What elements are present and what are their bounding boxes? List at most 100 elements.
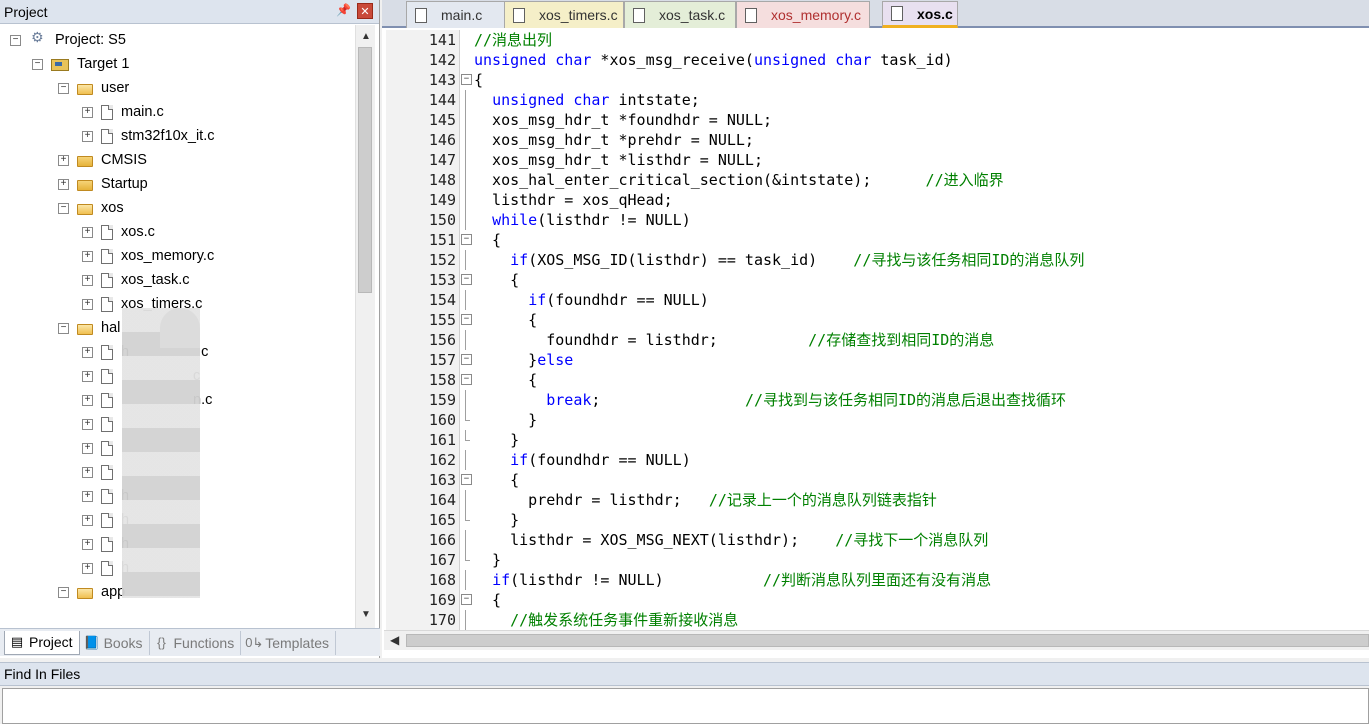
file-icon (891, 6, 903, 21)
tree-item[interactable]: + xos.c (82, 220, 155, 244)
expand-icon[interactable]: + (58, 178, 69, 190)
fold-toggle-icon[interactable] (460, 70, 472, 90)
tree-item[interactable]: + main.c (82, 100, 164, 124)
tree-item[interactable]: + (82, 412, 121, 436)
expand-icon[interactable]: + (82, 106, 93, 118)
tab-xos-timers-c[interactable]: xos_timers.c (504, 1, 624, 28)
expand-icon[interactable]: + (82, 466, 93, 478)
scrollbar-thumb[interactable] (358, 47, 372, 293)
collapse-icon[interactable]: − (58, 322, 69, 334)
close-icon[interactable]: ✕ (357, 3, 373, 19)
code-text: { (474, 71, 484, 89)
line-number: 151 (428, 231, 456, 249)
file-icon (101, 248, 113, 264)
fold-toggle-icon[interactable] (460, 590, 472, 610)
collapse-icon[interactable]: − (10, 34, 21, 46)
fold-guide (460, 390, 470, 410)
line-number: 149 (428, 191, 456, 209)
tree-item[interactable]: + Startup (58, 172, 148, 196)
editor-horizontal-scrollbar[interactable]: ◀ (384, 630, 1369, 650)
fold-guide (460, 490, 470, 510)
tree-item[interactable]: + xos_memory.c (82, 244, 214, 268)
fold-toggle-icon[interactable] (460, 230, 472, 250)
expand-icon[interactable]: + (82, 370, 93, 382)
tree-item[interactable]: − Project: S5 (10, 28, 126, 52)
tab-label: main.c (441, 7, 483, 23)
scrollbar-thumb[interactable] (406, 634, 1369, 647)
expand-icon[interactable]: + (82, 418, 93, 430)
expand-icon[interactable]: + (82, 394, 93, 406)
expand-icon[interactable]: + (82, 514, 93, 526)
tree-vertical-scrollbar[interactable]: ▲ ▼ (355, 25, 375, 628)
expand-icon[interactable]: + (82, 226, 93, 238)
collapse-icon[interactable]: − (58, 202, 69, 214)
fold-toggle-icon[interactable] (460, 310, 472, 330)
expand-icon[interactable]: + (82, 250, 93, 262)
tree-item[interactable]: − hal (58, 316, 120, 340)
tab-functions[interactable]: {} Functions (150, 630, 242, 655)
fold-toggle-icon[interactable] (460, 470, 472, 490)
tree-item[interactable]: + CMSIS (58, 148, 147, 172)
tab-project[interactable]: ▤ Project (4, 630, 80, 655)
fold-guide (460, 410, 470, 430)
expand-icon[interactable]: + (82, 274, 93, 286)
file-icon (415, 7, 427, 23)
tab-xos-c[interactable]: xos.c (882, 1, 958, 28)
code-line: 147 xos_msg_hdr_t *listhdr = NULL; (386, 150, 1369, 170)
line-number: 153 (428, 271, 456, 289)
expand-icon[interactable]: + (82, 298, 93, 310)
tree-item-label: xos (101, 200, 124, 216)
file-icon (101, 512, 113, 528)
file-icon (101, 272, 113, 288)
scroll-down-icon[interactable]: ▼ (360, 609, 372, 621)
scroll-up-icon[interactable]: ▲ (360, 31, 372, 43)
code-line: 167 } (386, 550, 1369, 570)
fold-guide (460, 530, 470, 550)
fold-toggle-icon[interactable] (460, 270, 472, 290)
tab-xos-task-c[interactable]: xos_task.c (624, 1, 736, 28)
tree-item-label: user (101, 80, 130, 96)
line-number: 145 (428, 111, 456, 129)
code-text: } (474, 511, 520, 529)
books-icon: 📘 (83, 634, 100, 650)
fold-guide (460, 250, 470, 270)
tab-label: xos.c (917, 5, 953, 22)
tree-item[interactable]: + xos_task.c (82, 268, 190, 292)
expand-icon[interactable]: + (58, 154, 69, 166)
tree-item[interactable]: − user (58, 76, 129, 100)
expand-icon[interactable]: + (82, 490, 93, 502)
tree-item[interactable]: − xos (58, 196, 124, 220)
code-area[interactable]: 141 //消息出列 142 unsigned char *xos_msg_recei… (386, 30, 1369, 630)
collapse-icon[interactable]: − (32, 58, 43, 70)
fold-toggle-icon[interactable] (460, 370, 472, 390)
file-icon (101, 368, 113, 384)
expand-icon[interactable]: + (82, 346, 93, 358)
tab-books[interactable]: 📘 Books (80, 630, 150, 655)
scroll-left-icon[interactable]: ◀ (390, 633, 399, 647)
tab-templates[interactable]: 0↳ Templates (241, 630, 337, 655)
pin-icon[interactable]: 📌 (336, 3, 351, 17)
tab-main-c[interactable]: main.c (406, 1, 516, 28)
tree-item[interactable]: + (82, 460, 121, 484)
tab-xos-memory-c[interactable]: xos_memory.c (736, 1, 870, 28)
tree-item[interactable]: − app (58, 580, 125, 604)
fold-toggle-icon[interactable] (460, 350, 472, 370)
tree-item[interactable]: − Target 1 (32, 52, 129, 76)
tree-item[interactable]: + stm32f10x_it.c (82, 124, 215, 148)
fold-guide (460, 290, 470, 310)
expand-icon[interactable]: + (82, 130, 93, 142)
expand-icon[interactable]: + (82, 538, 93, 550)
tree-item[interactable]: + (82, 436, 121, 460)
expand-icon[interactable]: + (82, 562, 93, 574)
collapse-icon[interactable]: − (58, 586, 69, 598)
target-icon (51, 57, 69, 71)
code-text: { (474, 311, 538, 329)
code-line: 166 listhdr = XOS_MSG_NEXT(listhdr); //寻… (386, 530, 1369, 550)
find-in-files-output[interactable] (2, 688, 1369, 724)
expand-icon[interactable]: + (82, 442, 93, 454)
code-text: { (474, 471, 520, 489)
file-icon (101, 128, 113, 144)
collapse-icon[interactable]: − (58, 82, 69, 94)
file-icon (101, 536, 113, 552)
fold-guide (460, 90, 470, 110)
